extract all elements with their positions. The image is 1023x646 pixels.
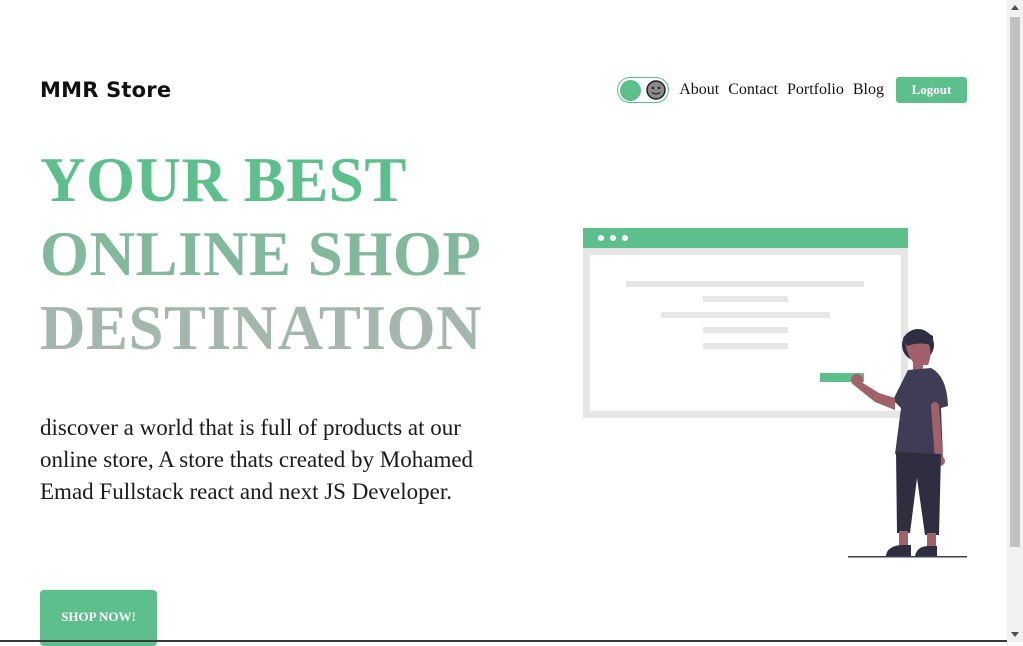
brand-logo[interactable]: MMR Store <box>40 78 171 102</box>
theme-toggle[interactable] <box>617 77 670 103</box>
nav-contact[interactable]: Contact <box>728 81 778 99</box>
hero-title-line-2: ONLINE SHOP <box>40 219 482 289</box>
nav-portfolio[interactable]: Portfolio <box>787 81 844 99</box>
hero-title: YOUR BEST ONLINE SHOP DESTINATION <box>40 143 482 365</box>
hero-title-line-1: YOUR BEST <box>40 145 407 215</box>
vertical-scrollbar[interactable] <box>1007 0 1023 642</box>
presentation-illustration <box>583 228 967 558</box>
scrollbar-thumb[interactable] <box>1010 17 1020 547</box>
main-nav: About Contact Portfolio Blog Logout <box>617 76 967 104</box>
moon-face-icon <box>646 80 666 100</box>
scroll-up-icon[interactable] <box>1011 5 1019 10</box>
nav-about[interactable]: About <box>679 81 719 99</box>
logout-button[interactable]: Logout <box>896 77 967 103</box>
nav-blog[interactable]: Blog <box>853 81 884 99</box>
hero-title-line-3: DESTINATION <box>40 293 482 363</box>
shop-now-button[interactable]: SHOP NOW! <box>40 590 157 646</box>
toggle-knob <box>620 79 642 101</box>
hero-description: discover a world that is full of product… <box>40 415 474 504</box>
scroll-down-icon[interactable] <box>1011 632 1019 637</box>
site-header: MMR Store About Contact Portfolio Blog L… <box>40 76 967 106</box>
